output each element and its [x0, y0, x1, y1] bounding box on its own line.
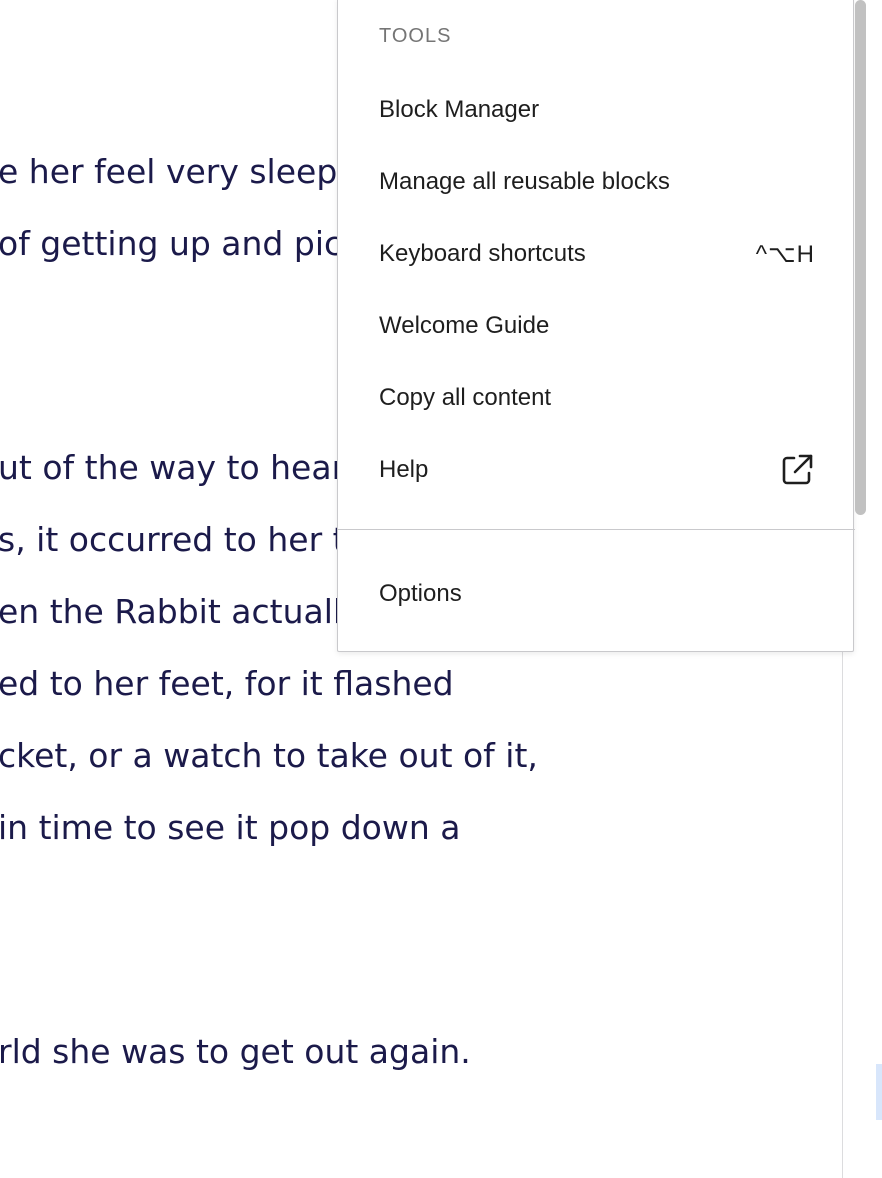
paragraph-line[interactable]: s, it occurred to her th: [0, 520, 366, 560]
menu-item-welcome-guide[interactable]: Welcome Guide: [338, 296, 855, 356]
paragraph-line[interactable]: e her feel very sleepy: [0, 152, 357, 192]
keyboard-shortcut-hint: ^⌥H: [755, 240, 815, 268]
menu-item-label: Block Manager: [379, 96, 540, 123]
more-tools-menu: TOOLS Block Manager Manage all reusable …: [337, 0, 855, 652]
menu-divider: [338, 529, 855, 530]
menu-item-keyboard-shortcuts[interactable]: Keyboard shortcuts ^⌥H: [338, 224, 855, 284]
paragraph-line[interactable]: ed to her feet, for it flashed: [0, 664, 454, 704]
paragraph-line[interactable]: en the Rabbit actually: [0, 592, 362, 632]
menu-item-label: Options: [379, 580, 462, 607]
selection-marker: [876, 1064, 882, 1120]
menu-item-block-manager[interactable]: Block Manager: [338, 80, 855, 140]
menu-item-label: Welcome Guide: [379, 312, 550, 339]
menu-scrollbar-thumb[interactable]: [855, 0, 866, 515]
menu-item-label: Help: [379, 456, 429, 483]
menu-item-manage-reusable-blocks[interactable]: Manage all reusable blocks: [338, 152, 855, 212]
paragraph-line[interactable]: cket, or a watch to take out of it,: [0, 736, 538, 776]
menu-item-label: Copy all content: [379, 384, 552, 411]
menu-item-label: Keyboard shortcuts: [379, 240, 586, 267]
menu-item-label: Manage all reusable blocks: [379, 168, 670, 195]
editor-page: e her feel very sleepy of getting up and…: [0, 0, 882, 1178]
paragraph-line[interactable]: of getting up and pick: [0, 224, 361, 264]
paragraph-line[interactable]: rld she was to get out again.: [0, 1032, 471, 1072]
external-link-icon: [779, 452, 815, 488]
menu-item-help[interactable]: Help: [338, 440, 855, 500]
paragraph-line[interactable]: in time to see it pop down a: [0, 808, 460, 848]
paragraph-line[interactable]: ut of the way to hear: [0, 448, 345, 488]
menu-group-label: TOOLS: [379, 25, 452, 47]
menu-item-copy-all-content[interactable]: Copy all content: [338, 368, 855, 428]
menu-item-options[interactable]: Options: [338, 564, 855, 624]
